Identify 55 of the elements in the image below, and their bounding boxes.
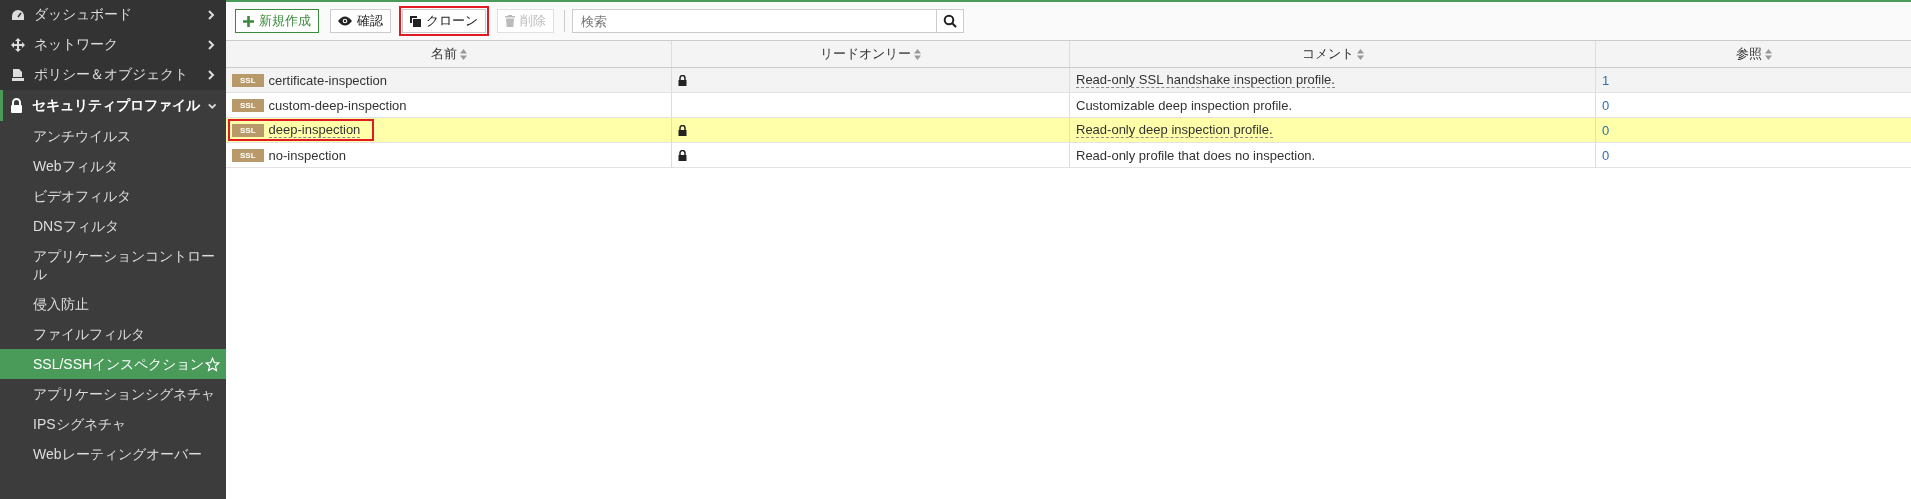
dashboard-icon [11, 9, 25, 21]
sidebar-item[interactable]: アプリケーションシグネチャ [0, 379, 226, 409]
table-cell: Customizable deep inspection profile. [1076, 97, 1293, 113]
column-header[interactable]: リードオンリー [672, 41, 1070, 67]
table-cell: Read-only profile that does no inspection. [1076, 147, 1316, 163]
sort-icon [914, 48, 921, 60]
sidebar-item[interactable]: アンチウイルス [0, 121, 226, 151]
sidebar-item[interactable]: Webレーティングオーバー [0, 439, 226, 469]
sort-icon [1356, 48, 1364, 60]
column-header[interactable]: 名前 [226, 41, 672, 67]
type-badge: SSL [232, 73, 264, 87]
copy-icon [410, 15, 421, 27]
search-button[interactable] [937, 9, 964, 33]
table-cell: custom-deep-inspection [268, 97, 407, 113]
column-header[interactable]: コメント [1070, 41, 1596, 67]
sort-icon [1764, 48, 1772, 60]
lock-icon [10, 98, 24, 113]
sidebar-item[interactable]: Webフィルタ [0, 151, 226, 181]
table-cell: certificate-inspection [268, 72, 388, 88]
type-badge: SSL [232, 148, 264, 162]
chevron-right-icon [206, 40, 216, 50]
sidebar-item[interactable]: ポリシー＆オブジェクト [0, 60, 226, 90]
sidebar-item[interactable]: ファイルフィルタ [0, 319, 226, 349]
type-badge: SSL [232, 98, 264, 112]
sidebar-item[interactable]: ビデオフィルタ [0, 181, 226, 211]
sidebar-item[interactable]: IPSシグネチャ [0, 409, 226, 439]
move-icon [11, 38, 25, 52]
search-field[interactable]: 検索 [572, 9, 937, 33]
sort-icon [459, 48, 467, 60]
sidebar-item[interactable]: DNSフィルタ [0, 211, 226, 241]
trash-icon [505, 15, 515, 27]
view-button[interactable]: 確認 [330, 9, 391, 33]
star-icon[interactable] [205, 356, 220, 372]
sidebar-item[interactable]: ダッシュボード [0, 0, 226, 30]
column-header[interactable]: 参照 [1596, 41, 1911, 67]
search-icon [943, 14, 957, 28]
table-cell: no-inspection [268, 147, 346, 163]
reference-link[interactable]: 0 [1602, 97, 1610, 113]
sidebar-item[interactable]: アプリケーションコントロール [0, 241, 226, 289]
table-cell: deep-inspection [268, 122, 361, 138]
eye-icon [338, 16, 352, 26]
sidebar-item[interactable]: ネットワーク [0, 30, 226, 60]
document-icon [11, 68, 25, 82]
chevron-right-icon [206, 10, 216, 20]
reference-link[interactable]: 0 [1602, 122, 1610, 138]
chevron-right-icon [206, 70, 216, 80]
clone-button[interactable]: クローン [402, 9, 486, 33]
table-cell: Read-only deep inspection profile. [1076, 122, 1273, 138]
table-cell: Read-only SSL handshake inspection profile. [1076, 72, 1335, 88]
reference-link[interactable]: 1 [1602, 72, 1610, 88]
reference-link[interactable]: 0 [1602, 147, 1610, 163]
create-button[interactable]: 新規作成 [235, 9, 319, 33]
plus-icon [243, 15, 254, 27]
type-badge: SSL [232, 123, 264, 137]
sidebar-item[interactable]: 侵入防止 [0, 289, 226, 319]
